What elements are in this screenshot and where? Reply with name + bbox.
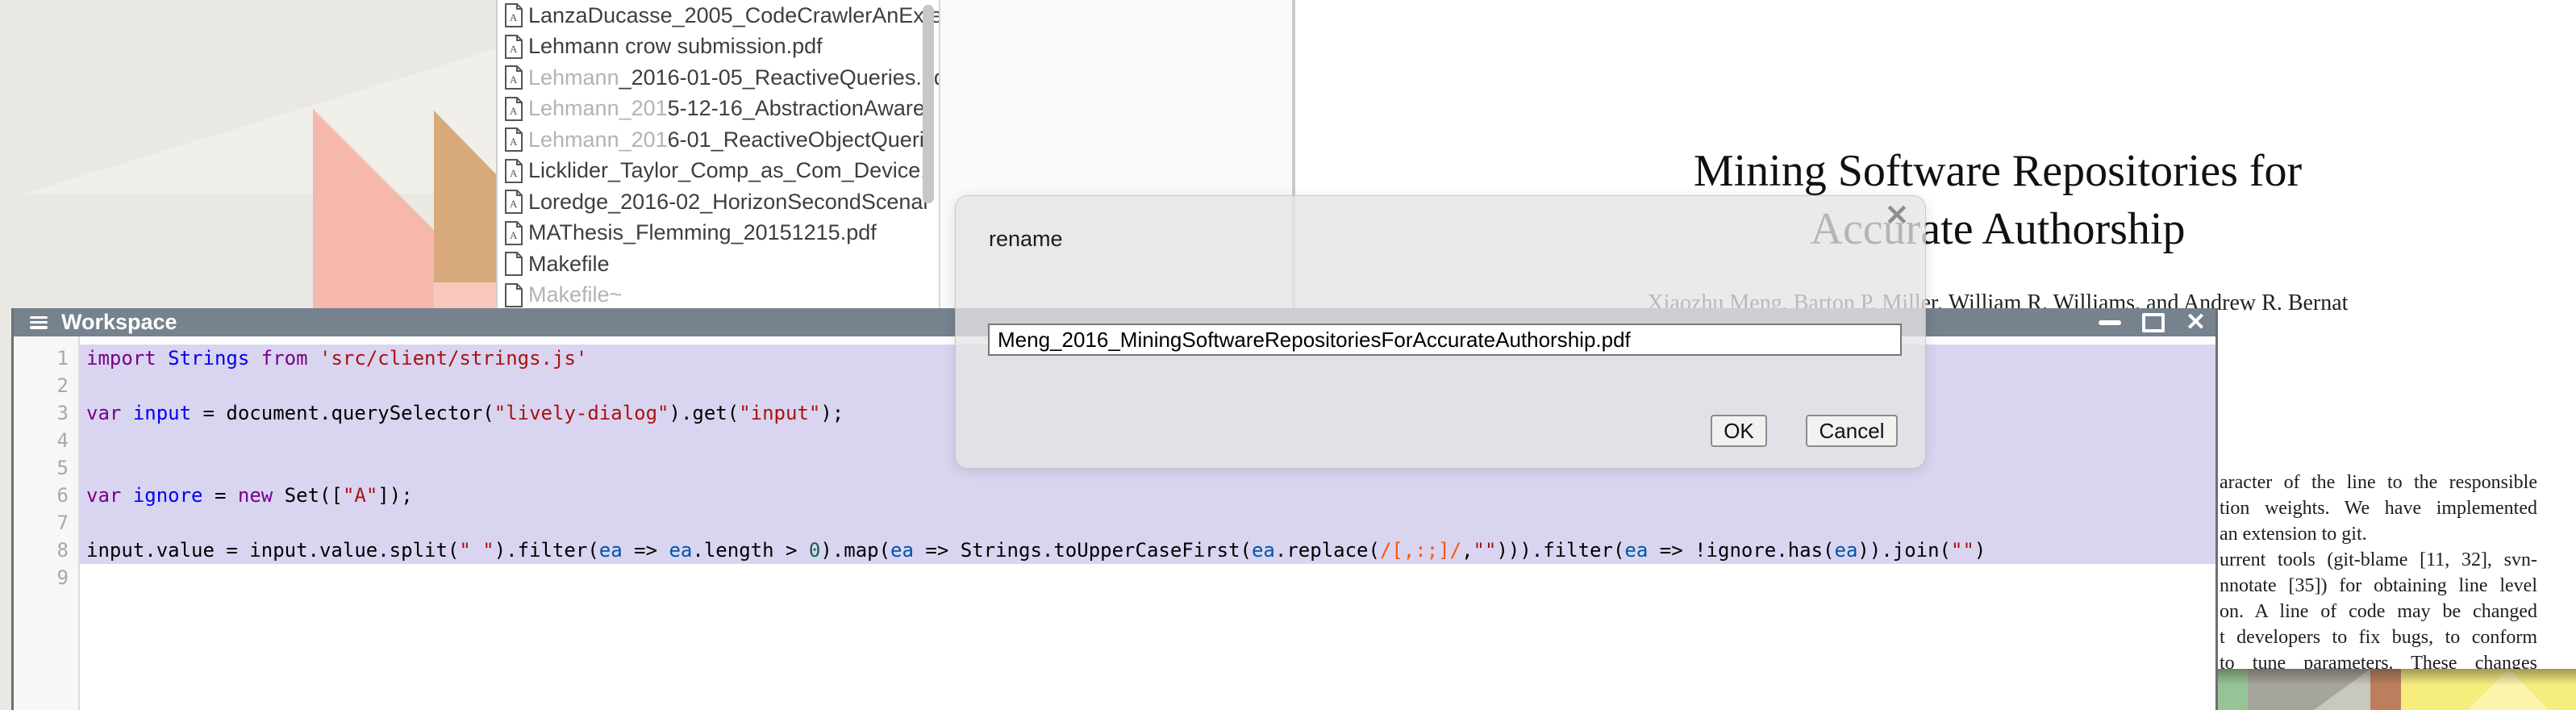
file-name: MAThesis_Flemming_20151215.pdf: [528, 220, 877, 245]
window-close-icon[interactable]: ✕: [2186, 311, 2206, 335]
dialog-close-icon[interactable]: ✕: [1885, 199, 1909, 232]
svg-text:A: A: [510, 198, 518, 210]
cancel-button[interactable]: Cancel: [1806, 415, 1898, 447]
paper-text-line: an extension to git.: [2220, 521, 2537, 547]
pdf-file-icon: A: [503, 65, 524, 90]
file-name: LanzaDucasse_2005_CodeCrawlerAnExte: [528, 3, 939, 28]
file-list-item[interactable]: A Licklider_Taylor_Comp_as_Com_Device.: [498, 156, 939, 187]
hamburger-menu-icon[interactable]: [30, 316, 48, 329]
maximize-icon[interactable]: [2142, 313, 2165, 332]
file-list-item[interactable]: A LanzaDucasse_2005_CodeCrawlerAnExte: [498, 0, 939, 31]
pdf-file-icon: A: [503, 159, 524, 183]
window-title: Workspace: [61, 310, 177, 335]
svg-text:A: A: [510, 73, 518, 86]
file-name: Lehmann_2016-01_ReactiveObjectQueri: [528, 127, 924, 152]
file-list-item[interactable]: Makefile: [498, 248, 939, 280]
line-number: 6: [14, 482, 78, 509]
svg-text:A: A: [510, 136, 518, 148]
line-number: 5: [14, 454, 78, 482]
paper-text-line: tion weights. We have implemented: [2220, 495, 2537, 521]
line-number: 1: [14, 345, 78, 372]
code-line[interactable]: var ignore = new Set(["A"]);: [80, 482, 2215, 509]
line-number: 2: [14, 372, 78, 399]
paper-title-line1: Mining Software Repositories for: [1295, 142, 2576, 200]
editor-gutter: 123456789: [14, 336, 80, 710]
line-number: 3: [14, 399, 78, 427]
dialog-title: rename: [989, 227, 1063, 252]
rename-input[interactable]: [988, 324, 1902, 356]
pdf-file-icon: A: [503, 97, 524, 121]
file-list-item[interactable]: A Lehmann_2016-01-05_ReactiveQueries.pd: [498, 62, 939, 94]
file-list-item[interactable]: Makefile~: [498, 280, 939, 311]
svg-text:A: A: [510, 11, 518, 23]
svg-text:A: A: [510, 105, 518, 117]
file-name: Makefile: [528, 252, 610, 277]
file-name: Makefile~: [528, 282, 622, 307]
code-line[interactable]: [80, 509, 2215, 537]
pdf-file-icon: A: [503, 127, 524, 152]
paper-bottom-shadow: [2218, 669, 2576, 685]
file-name: Loredge_2016-02_HorizonSecondScenar: [528, 190, 930, 215]
paper-body-column: aracter of the line to the responsibleti…: [2220, 470, 2537, 676]
file-name: Lehmann_2015-12-16_AbstractionAware: [528, 96, 925, 121]
file-name: Licklider_Taylor_Comp_as_Com_Device.: [528, 158, 927, 183]
line-number: 8: [14, 537, 78, 564]
pdf-file-icon: A: [503, 190, 524, 214]
code-line[interactable]: [80, 564, 2215, 591]
pdf-file-icon: A: [503, 221, 524, 245]
file-list-item[interactable]: A Lehmann crow submission.pdf: [498, 31, 939, 63]
file-name: Lehmann crow submission.pdf: [528, 34, 823, 59]
minimize-icon[interactable]: [2099, 320, 2121, 325]
file-list-scrollbar[interactable]: [923, 5, 934, 203]
svg-text:A: A: [510, 229, 518, 241]
file-name: Lehmann_2016-01-05_ReactiveQueries.pd: [528, 65, 939, 90]
desktop: Mining Software Repositories for Accurat…: [0, 0, 2576, 710]
ok-button[interactable]: OK: [1711, 415, 1767, 447]
plain-file-icon: [503, 283, 524, 307]
desktop-bottom-strip: [2218, 669, 2576, 710]
code-line[interactable]: input.value = input.value.split(" ").fil…: [80, 537, 2215, 564]
paper-text-line: t developers to fix bugs, to conform: [2220, 624, 2537, 650]
paper-text-line: nnotate [35]) for obtaining line level: [2220, 573, 2537, 599]
plain-file-icon: [503, 252, 524, 276]
svg-text:A: A: [510, 43, 518, 55]
file-list-item[interactable]: A Lehmann_2016-01_ReactiveObjectQueri: [498, 124, 939, 156]
line-number: 9: [14, 564, 78, 591]
paper-text-line: urrent tools (git-blame [11, 32], svn-: [2220, 547, 2537, 573]
svg-text:A: A: [510, 167, 518, 179]
line-number: 7: [14, 509, 78, 537]
pdf-file-icon: A: [503, 35, 524, 59]
line-number: 4: [14, 427, 78, 454]
paper-text-line: on. A line of code may be changed: [2220, 599, 2537, 624]
file-list-item[interactable]: A Loredge_2016-02_HorizonSecondScenar: [498, 186, 939, 218]
paper-text-line: aracter of the line to the responsible: [2220, 470, 2537, 495]
file-list-item[interactable]: A MAThesis_Flemming_20151215.pdf: [498, 218, 939, 249]
rename-dialog: rename ✕ OK Cancel: [955, 195, 1926, 469]
pdf-file-icon: A: [503, 3, 524, 27]
file-list-item[interactable]: A Lehmann_2015-12-16_AbstractionAware: [498, 94, 939, 125]
